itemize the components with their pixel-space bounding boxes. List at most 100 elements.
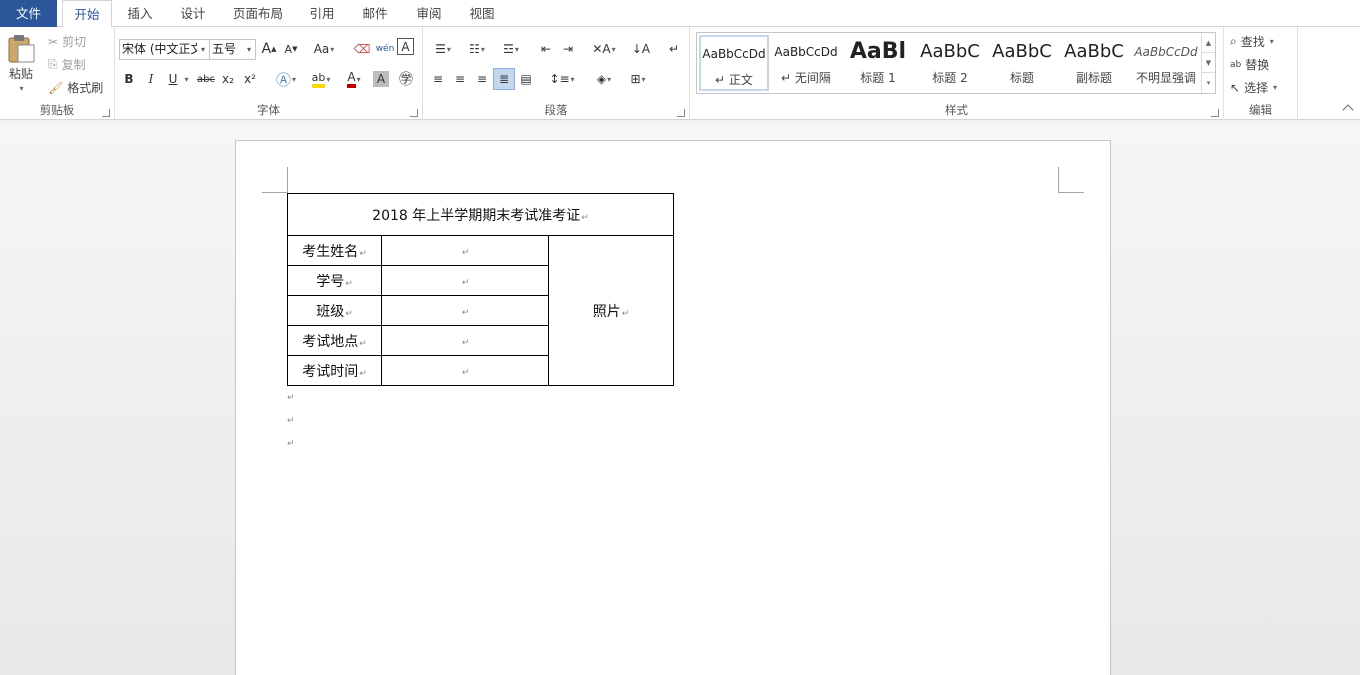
format-painter-button[interactable]: 🖌 格式刷: [48, 79, 103, 96]
dialog-launcher-icon[interactable]: [102, 109, 110, 117]
table-label-cell[interactable]: 考生姓名↵: [287, 235, 382, 266]
tab-view[interactable]: 视图: [460, 0, 504, 27]
line-spacing-button[interactable]: ↕≡ ▾: [547, 68, 577, 90]
sort-button[interactable]: ↓A: [630, 38, 652, 60]
font-size-combo[interactable]: 五号 ▾: [209, 39, 256, 60]
style-normal[interactable]: AaBbCcDd ↵ 正文: [699, 35, 769, 91]
chevron-down-icon[interactable]: ▼: [1202, 53, 1215, 73]
cut-button[interactable]: ✂ 剪切: [48, 33, 86, 50]
ribbon: 粘贴 ▾ ✂ 剪切 ⎘ 复制 🖌 格式刷 剪贴板 宋体 (中文正文) ▾ 五号 …: [0, 27, 1360, 120]
dialog-launcher-icon[interactable]: [1211, 109, 1219, 117]
bold-button[interactable]: B: [118, 68, 140, 90]
row-label: 班级: [316, 303, 345, 320]
cursor-icon: ↖: [1230, 80, 1241, 95]
paragraph-mark-icon: ↵: [359, 338, 367, 349]
table-label-cell[interactable]: 考试时间↵: [287, 355, 382, 386]
shrink-font-button[interactable]: A ▼: [280, 38, 302, 60]
scissors-icon: ✂: [48, 34, 59, 49]
paste-icon: [8, 35, 35, 63]
multilevel-list-button[interactable]: ☲ ▾: [495, 38, 527, 60]
document-page[interactable]: 2018 年上半学期期末考试准考证↵ 考生姓名↵ ↵ 照片↵ 学号↵ ↵ 班级↵…: [235, 140, 1111, 675]
italic-button[interactable]: I: [140, 68, 162, 90]
table-value-cell[interactable]: ↵: [381, 265, 549, 296]
paste-button[interactable]: 粘贴 ▾: [6, 33, 36, 93]
font-name-combo[interactable]: 宋体 (中文正文) ▾: [119, 39, 210, 60]
paragraph-group-label: 段落: [544, 103, 568, 117]
find-button[interactable]: ⌕ 查找 ▾: [1230, 33, 1274, 50]
tab-file[interactable]: 文件: [0, 0, 57, 27]
chevron-down-icon[interactable]: ▾: [181, 68, 191, 90]
sort-icon: ↓A: [631, 42, 651, 56]
table-value-cell[interactable]: ↵: [381, 295, 549, 326]
expand-gallery-icon[interactable]: ▾: [1202, 73, 1215, 93]
table-value-cell[interactable]: ↵: [381, 355, 549, 386]
font-name-value: 宋体 (中文正文): [122, 42, 208, 56]
gallery-scrollbar[interactable]: ▲ ▼ ▾: [1201, 33, 1215, 93]
tab-home[interactable]: 开始: [62, 0, 112, 28]
tab-page-layout[interactable]: 页面布局: [224, 0, 292, 27]
tab-design[interactable]: 设计: [171, 0, 215, 27]
text-effects-button[interactable]: Ⓐ ▾: [271, 68, 301, 90]
chinese-layout-button[interactable]: ✕A ▾: [589, 38, 619, 60]
table-value-cell[interactable]: ↵: [381, 325, 549, 356]
chevron-down-icon[interactable]: ▾: [243, 40, 255, 59]
style-subtitle[interactable]: AaBbC 副标题: [1059, 35, 1129, 91]
enclose-characters-icon[interactable]: ㊫: [395, 68, 417, 90]
numbering-button[interactable]: ☷ ▾: [461, 38, 493, 60]
dialog-launcher-icon[interactable]: [410, 109, 418, 117]
chinese-layout-icon: ✕A: [592, 42, 611, 56]
show-marks-button[interactable]: ↵: [663, 38, 685, 60]
change-case-button[interactable]: Aa ▾: [309, 38, 339, 60]
chevron-down-icon[interactable]: ▾: [197, 40, 209, 59]
tab-insert[interactable]: 插入: [118, 0, 162, 27]
chevron-down-icon[interactable]: ▾: [1273, 83, 1277, 92]
align-right-button[interactable]: ≡: [471, 68, 493, 90]
borders-button[interactable]: ⊞ ▾: [623, 68, 653, 90]
table-label-cell[interactable]: 学号↵: [287, 265, 382, 296]
tab-review[interactable]: 审阅: [407, 0, 451, 27]
select-button[interactable]: ↖ 选择 ▾: [1230, 79, 1277, 96]
collapse-ribbon-icon[interactable]: [1342, 104, 1354, 116]
phonetic-guide-button[interactable]: wén: [374, 38, 396, 60]
style-heading-1[interactable]: AaBl 标题 1: [843, 35, 913, 91]
copy-icon: ⎘: [48, 57, 58, 71]
style-title[interactable]: AaBbC 标题: [987, 35, 1057, 91]
replace-button[interactable]: ab 替换: [1230, 56, 1269, 73]
style-heading-2[interactable]: AaBbC 标题 2: [915, 35, 985, 91]
justify-button[interactable]: ≣: [493, 68, 515, 90]
table-label-cell[interactable]: 班级↵: [287, 295, 382, 326]
chevron-down-icon[interactable]: ▾: [19, 84, 23, 93]
shading-button[interactable]: ◈ ▾: [589, 68, 619, 90]
strikethrough-button[interactable]: abc: [195, 68, 217, 90]
style-no-spacing[interactable]: AaBbCcDd ↵ 无间隔: [771, 35, 841, 91]
character-border-icon[interactable]: A: [397, 38, 414, 55]
clear-formatting-icon[interactable]: ⌫: [351, 38, 373, 60]
style-subtle-emphasis[interactable]: AaBbCcDd 不明显强调: [1131, 35, 1201, 91]
table-value-cell[interactable]: ↵: [381, 235, 549, 266]
style-name: ↵ 无间隔: [781, 71, 831, 85]
subscript-button[interactable]: x₂: [217, 68, 239, 90]
grow-font-button[interactable]: A ▲: [258, 38, 280, 60]
bullets-button[interactable]: ☰ ▾: [427, 38, 459, 60]
superscript-button[interactable]: x²: [239, 68, 261, 90]
justify-icon: ≣: [498, 72, 510, 86]
table-title-cell[interactable]: 2018 年上半学期期末考试准考证↵: [287, 193, 674, 236]
align-center-button[interactable]: ≡: [449, 68, 471, 90]
tab-references[interactable]: 引用: [300, 0, 344, 27]
photo-cell[interactable]: 照片↵: [548, 235, 674, 386]
copy-button[interactable]: ⎘ 复制: [48, 56, 86, 73]
align-right-icon: ≡: [476, 72, 488, 86]
dialog-launcher-icon[interactable]: [677, 109, 685, 117]
chevron-down-icon[interactable]: ▾: [1270, 37, 1274, 46]
font-color-button[interactable]: A ▾: [339, 68, 369, 90]
distributed-button[interactable]: ▤: [515, 68, 537, 90]
increase-indent-button[interactable]: ⇥: [557, 38, 579, 60]
table-label-cell[interactable]: 考试地点↵: [287, 325, 382, 356]
align-left-button[interactable]: ≡: [427, 68, 449, 90]
character-shading-icon[interactable]: A: [373, 71, 389, 87]
chevron-up-icon[interactable]: ▲: [1202, 33, 1215, 53]
decrease-indent-button[interactable]: ⇤: [535, 38, 557, 60]
highlight-button[interactable]: ab ▾: [305, 68, 337, 90]
tab-mailings[interactable]: 邮件: [353, 0, 397, 27]
cut-label: 剪切: [62, 35, 87, 49]
